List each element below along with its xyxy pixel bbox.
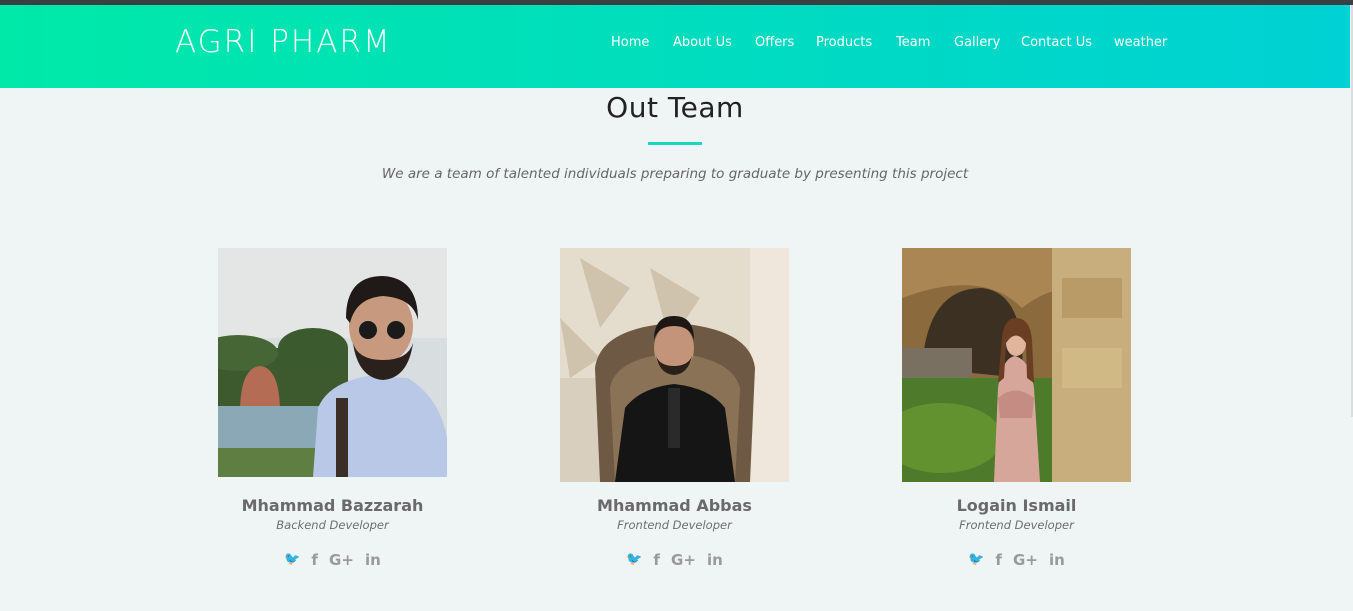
nav-offers[interactable]: Offers [755, 35, 794, 50]
nav-products[interactable]: Products [816, 35, 872, 50]
title-underline [648, 142, 702, 145]
linkedin-icon[interactable]: in [1049, 551, 1065, 569]
nav-about-us[interactable]: About Us [673, 35, 732, 50]
member-social-links: 🐦 f G+ in [218, 549, 447, 569]
twitter-icon[interactable]: 🐦 [968, 552, 984, 567]
member-social-links: 🐦 f G+ in [902, 549, 1131, 569]
nav-team[interactable]: Team [896, 35, 930, 50]
nav-weather[interactable]: weather [1114, 35, 1167, 50]
section-subtitle: We are a team of talented individuals pr… [381, 166, 969, 182]
section-title: Out Team [606, 91, 744, 124]
member-photo [560, 248, 789, 482]
facebook-icon[interactable]: f [311, 551, 318, 569]
facebook-icon[interactable]: f [995, 551, 1002, 569]
member-role: Frontend Developer [959, 518, 1074, 532]
facebook-icon[interactable]: f [653, 551, 660, 569]
member-social-links: 🐦 f G+ in [560, 549, 789, 569]
member-photo [902, 248, 1131, 482]
member-name: Logain Ismail [956, 496, 1077, 515]
nav-gallery[interactable]: Gallery [954, 35, 1000, 50]
google-plus-icon[interactable]: G+ [329, 551, 354, 569]
google-plus-icon[interactable]: G+ [671, 551, 696, 569]
member-role: Backend Developer [276, 518, 389, 532]
twitter-icon[interactable]: 🐦 [284, 552, 300, 567]
member-role: Frontend Developer [617, 518, 732, 532]
member-photo [218, 248, 447, 477]
nav-contact-us[interactable]: Contact Us [1021, 35, 1092, 50]
google-plus-icon[interactable]: G+ [1013, 551, 1038, 569]
linkedin-icon[interactable]: in [707, 551, 723, 569]
member-name: Mhammad Bazzarah [241, 496, 424, 515]
member-name: Mhammad Abbas [597, 496, 752, 515]
navbar: AGRI PHARM Home About Us Offers Products… [0, 5, 1350, 88]
linkedin-icon[interactable]: in [365, 551, 381, 569]
brand-logo[interactable]: AGRI PHARM [175, 24, 392, 60]
nav-home[interactable]: Home [611, 35, 649, 50]
twitter-icon[interactable]: 🐦 [626, 552, 642, 567]
